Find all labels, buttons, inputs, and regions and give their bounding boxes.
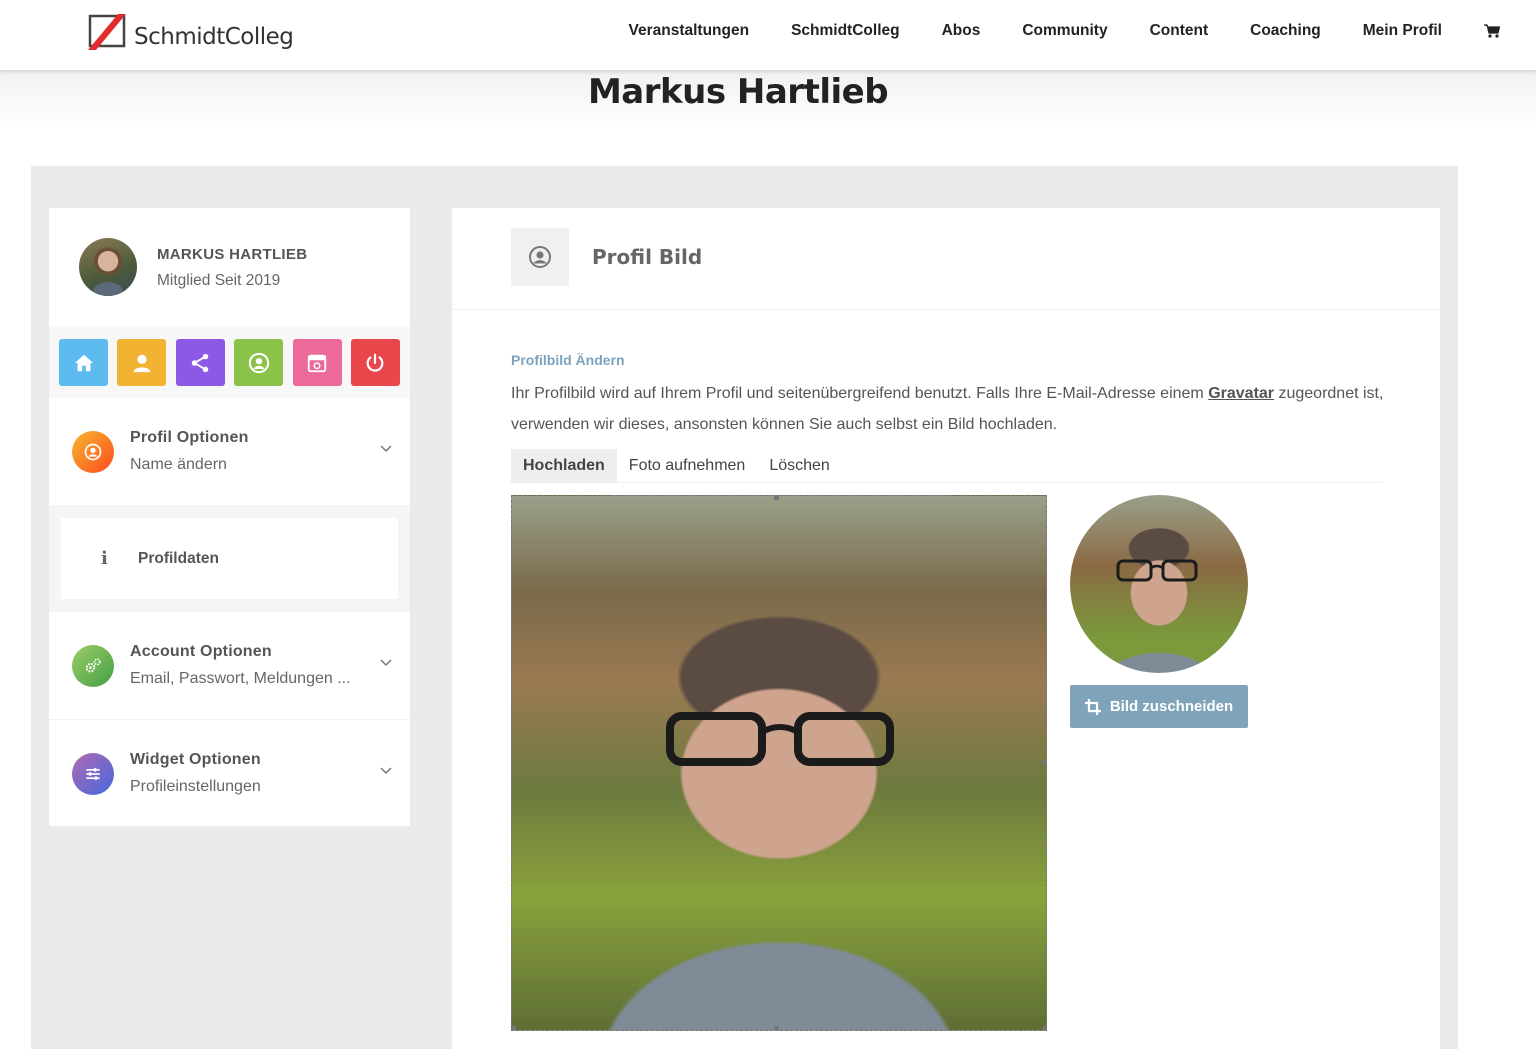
description: Ihr Profilbild wird auf Ihrem Profil und… xyxy=(511,378,1391,440)
crop-handle[interactable] xyxy=(512,1026,516,1030)
user-circle-button[interactable] xyxy=(234,339,284,386)
tab-loeschen[interactable]: Löschen xyxy=(757,449,842,483)
quick-action-row xyxy=(49,326,410,398)
nav-schmidtcolleg[interactable]: SchmidtColleg xyxy=(791,22,900,40)
logo-mark-icon xyxy=(88,14,126,50)
menu-subtitle: Profileinstellungen xyxy=(130,778,261,795)
user-icon xyxy=(133,354,151,372)
gravatar-link[interactable]: Gravatar xyxy=(1208,385,1274,402)
profile-name: MARKUS HARTLIEB xyxy=(157,246,308,263)
menu-subtitle: Name ändern xyxy=(130,456,227,473)
portrait-photo xyxy=(666,712,894,766)
calendar-button[interactable] xyxy=(292,339,342,386)
submenu-profildaten[interactable]: i Profildaten xyxy=(61,518,398,599)
upload-tabs: Hochladen Foto aufnehmen Löschen xyxy=(511,449,1382,483)
menu-title: Widget Optionen xyxy=(130,751,261,768)
power-icon xyxy=(367,353,384,372)
section-label: Profilbild Ändern xyxy=(511,352,625,368)
crop-handle[interactable] xyxy=(774,496,779,500)
share-button[interactable] xyxy=(175,339,225,386)
user-button[interactable] xyxy=(117,339,167,386)
menu-title: Account Optionen xyxy=(130,643,272,660)
home-icon xyxy=(74,354,93,371)
crop-button-label: Bild zuschneiden xyxy=(1109,698,1234,715)
tab-foto-aufnehmen[interactable]: Foto aufnehmen xyxy=(617,449,758,483)
crop-handle[interactable] xyxy=(774,1026,779,1030)
user-circle-icon xyxy=(248,352,269,373)
content-container: MARKUS HARTLIEB Mitglied Seit 2019 Profi… xyxy=(31,166,1458,1049)
menu-title: Profil Optionen xyxy=(130,429,249,446)
nav-content[interactable]: Content xyxy=(1150,22,1209,40)
description-text: Ihr Profilbild wird auf Ihrem Profil und… xyxy=(511,385,1209,402)
logout-button[interactable] xyxy=(350,339,400,386)
chevron-down-icon xyxy=(380,767,392,775)
crop-image-button[interactable]: Bild zuschneiden xyxy=(1070,685,1248,728)
menu-subtitle: Email, Passwort, Meldungen ... xyxy=(130,670,351,687)
profile-card: MARKUS HARTLIEB Mitglied Seit 2019 xyxy=(49,208,410,326)
submenu-label: Profildaten xyxy=(138,550,219,567)
sidebar-menu: Profil Optionen Name ändern i Profildate… xyxy=(49,398,410,826)
sliders-icon xyxy=(72,753,114,795)
site-header: SchmidtColleg Veranstaltungen SchmidtCol… xyxy=(0,0,1536,70)
crop-icon xyxy=(1084,698,1101,715)
share-icon xyxy=(192,353,209,372)
page-title: Markus Hartlieb xyxy=(587,72,889,112)
profile-picture-panel: Profil Bild Profilbild Ändern Ihr Profil… xyxy=(452,208,1440,1049)
nav-abos[interactable]: Abos xyxy=(942,22,981,40)
menu-account-optionen[interactable]: Account Optionen Email, Passwort, Meldun… xyxy=(49,612,410,719)
calendar-icon xyxy=(307,354,327,372)
member-since: Mitglied Seit 2019 xyxy=(157,272,281,289)
user-circle-icon xyxy=(511,228,569,286)
logo[interactable]: SchmidtColleg xyxy=(84,10,294,54)
info-icon: i xyxy=(101,548,108,569)
profile-submenu: i Profildaten xyxy=(49,505,410,612)
sidebar: MARKUS HARTLIEB Mitglied Seit 2019 Profi… xyxy=(49,208,410,826)
chevron-down-icon xyxy=(380,445,392,453)
nav-mein-profil[interactable]: Mein Profil xyxy=(1363,22,1442,40)
cart-icon[interactable] xyxy=(1484,24,1500,38)
main-nav: Veranstaltungen SchmidtColleg Abos Commu… xyxy=(628,0,1536,62)
avatar-preview xyxy=(1070,495,1248,673)
menu-widget-optionen[interactable]: Widget Optionen Profileinstellungen xyxy=(49,719,410,826)
gears-icon xyxy=(72,645,114,687)
chevron-down-icon xyxy=(380,659,392,667)
tab-hochladen[interactable]: Hochladen xyxy=(511,449,617,483)
crop-handle[interactable] xyxy=(1043,760,1046,765)
profile-options-icon xyxy=(72,431,114,473)
logo-text: SchmidtColleg xyxy=(134,24,294,50)
crop-handle[interactable] xyxy=(1043,1026,1046,1030)
crop-area[interactable] xyxy=(511,495,1047,1031)
home-button[interactable] xyxy=(59,339,108,386)
nav-coaching[interactable]: Coaching xyxy=(1250,22,1321,40)
nav-veranstaltungen[interactable]: Veranstaltungen xyxy=(628,22,749,40)
nav-community[interactable]: Community xyxy=(1022,22,1107,40)
panel-title: Profil Bild xyxy=(592,245,703,269)
menu-profil-optionen[interactable]: Profil Optionen Name ändern xyxy=(49,398,410,505)
avatar[interactable] xyxy=(79,238,137,296)
panel-header: Profil Bild xyxy=(452,208,1440,310)
